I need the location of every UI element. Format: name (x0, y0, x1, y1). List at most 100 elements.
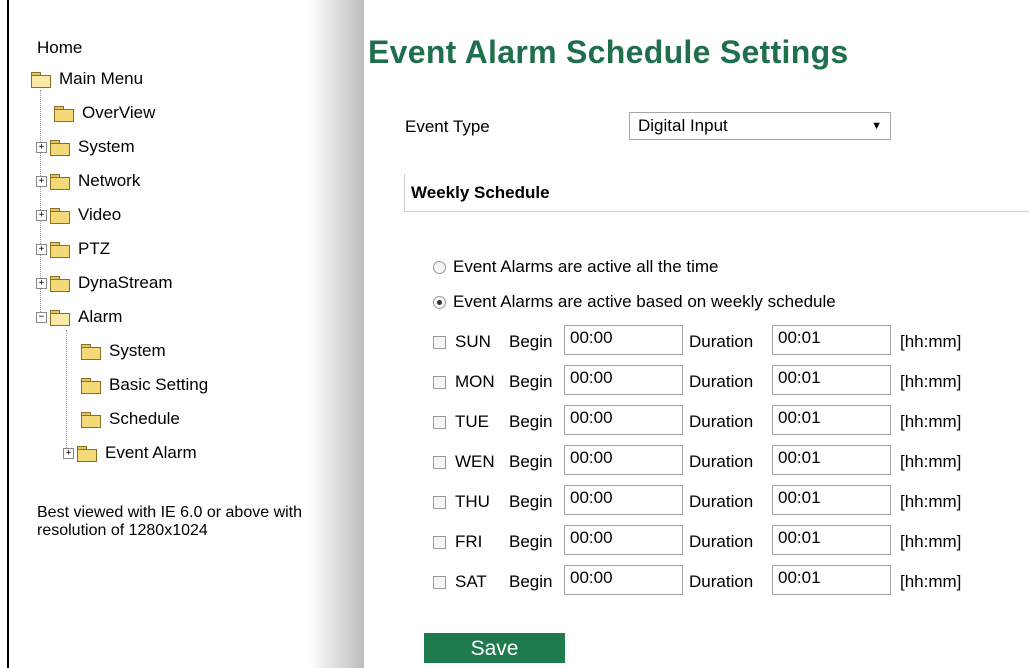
begin-input[interactable]: 00:00 (564, 485, 683, 515)
event-type-label: Event Type (405, 117, 490, 136)
duration-label: Duration (689, 332, 754, 351)
expand-icon[interactable]: + (63, 447, 74, 459)
tree-item-alarm-system[interactable]: System (81, 339, 166, 363)
day-checkbox[interactable] (433, 576, 446, 589)
tree-item-label: DynaStream (78, 273, 173, 292)
begin-label: Begin (509, 492, 553, 511)
expand-icon[interactable]: + (36, 209, 47, 221)
begin-label: Begin (509, 532, 553, 551)
unit-label: [hh:mm] (900, 532, 962, 551)
folder-icon (50, 173, 70, 190)
expand-icon[interactable]: + (36, 277, 47, 289)
folder-icon (50, 207, 70, 224)
chevron-down-icon: ▼ (871, 120, 882, 132)
begin-input[interactable]: 00:00 (564, 565, 683, 595)
tree-item-label: Video (78, 205, 122, 224)
day-checkbox[interactable] (433, 376, 446, 389)
tree-item-basic-setting[interactable]: Basic Setting (81, 373, 208, 397)
day-label: TUE (455, 412, 489, 431)
unit-label: [hh:mm] (900, 372, 962, 391)
begin-label: Begin (509, 572, 553, 591)
duration-label: Duration (689, 412, 754, 431)
home-link[interactable]: Home (37, 38, 82, 58)
unit-label: [hh:mm] (900, 412, 962, 431)
tree-item-label: System (78, 137, 135, 156)
day-checkbox[interactable] (433, 416, 446, 429)
day-label: THU (455, 492, 490, 511)
folder-icon (50, 241, 70, 258)
tree-item-label: Schedule (109, 409, 180, 428)
collapse-icon[interactable]: − (36, 311, 47, 323)
tree-item-label: Alarm (78, 307, 123, 326)
day-label: SAT (455, 572, 487, 591)
tree-item-main-menu[interactable]: Main Menu (31, 67, 143, 91)
duration-label: Duration (689, 572, 754, 591)
page-title: Event Alarm Schedule Settings (368, 34, 849, 70)
expand-icon[interactable]: + (36, 243, 47, 255)
folder-icon (81, 411, 101, 428)
folder-icon (81, 343, 101, 360)
duration-input[interactable]: 00:01 (772, 365, 891, 395)
tree-item-label: OverView (82, 103, 156, 122)
folder-open-icon (50, 309, 70, 326)
folder-icon (50, 139, 70, 156)
day-label: SUN (455, 332, 491, 351)
begin-input[interactable]: 00:00 (564, 405, 683, 435)
duration-input[interactable]: 00:01 (772, 565, 891, 595)
sidebar: Home Main Menu OverView + System + Netwo… (9, 0, 364, 668)
begin-input[interactable]: 00:00 (564, 325, 683, 355)
tree-item-network[interactable]: + Network (36, 169, 140, 193)
unit-label: [hh:mm] (900, 572, 962, 591)
duration-label: Duration (689, 532, 754, 551)
tree-item-schedule[interactable]: Schedule (81, 407, 180, 431)
folder-icon (81, 377, 101, 394)
folder-icon (54, 105, 74, 122)
duration-input[interactable]: 00:01 (772, 485, 891, 515)
event-type-value: Digital Input (638, 116, 728, 135)
tree-item-system[interactable]: + System (36, 135, 135, 159)
begin-label: Begin (509, 412, 553, 431)
tree-item-video[interactable]: + Video (36, 203, 121, 227)
browser-note: Best viewed with IE 6.0 or above with re… (37, 504, 303, 539)
tree-item-alarm[interactable]: − Alarm (36, 305, 122, 329)
begin-input[interactable]: 00:00 (564, 525, 683, 555)
unit-label: [hh:mm] (900, 452, 962, 471)
day-checkbox[interactable] (433, 456, 446, 469)
duration-label: Duration (689, 372, 754, 391)
radio-all-time[interactable] (433, 261, 446, 274)
radio-weekly-schedule[interactable] (433, 296, 446, 309)
day-label: FRI (455, 532, 483, 551)
weekly-schedule-header: Weekly Schedule (404, 174, 1029, 212)
save-button[interactable]: Save (424, 633, 565, 663)
day-label: WEN (455, 452, 495, 471)
expand-icon[interactable]: + (36, 141, 47, 153)
day-checkbox[interactable] (433, 336, 446, 349)
duration-input[interactable]: 00:01 (772, 325, 891, 355)
weekly-schedule-label: Weekly Schedule (411, 183, 550, 202)
tree-item-dynastream[interactable]: + DynaStream (36, 271, 172, 295)
folder-icon (77, 445, 97, 462)
tree-line (66, 330, 67, 454)
tree-item-label: System (109, 341, 166, 360)
duration-input[interactable]: 00:01 (772, 445, 891, 475)
event-type-select[interactable]: Digital Input ▼ (629, 112, 891, 140)
expand-icon[interactable]: + (36, 175, 47, 187)
duration-input[interactable]: 00:01 (772, 405, 891, 435)
day-checkbox[interactable] (433, 496, 446, 509)
begin-input[interactable]: 00:00 (564, 445, 683, 475)
begin-label: Begin (509, 372, 553, 391)
radio-all-time-label: Event Alarms are active all the time (453, 257, 719, 276)
tree-item-ptz[interactable]: + PTZ (36, 237, 110, 261)
begin-input[interactable]: 00:00 (564, 365, 683, 395)
begin-label: Begin (509, 452, 553, 471)
day-checkbox[interactable] (433, 536, 446, 549)
tree-item-event-alarm[interactable]: + Event Alarm (63, 441, 197, 465)
folder-open-icon (31, 71, 51, 88)
tree-item-overview[interactable]: OverView (54, 101, 155, 125)
duration-input[interactable]: 00:01 (772, 525, 891, 555)
duration-label: Duration (689, 492, 754, 511)
unit-label: [hh:mm] (900, 492, 962, 511)
day-label: MON (455, 372, 495, 391)
tree-item-label: Event Alarm (105, 443, 197, 462)
tree-item-label: Basic Setting (109, 375, 209, 394)
